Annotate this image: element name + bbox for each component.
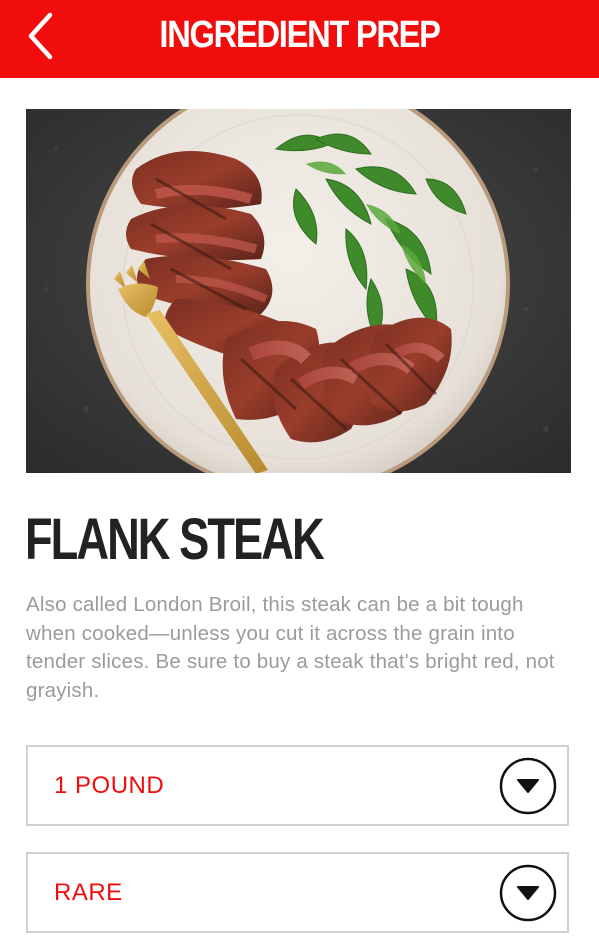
ingredient-photo [26, 109, 571, 473]
header-bar: INGREDIENT PREP [0, 0, 599, 78]
ingredient-description: Also called London Broil, this steak can… [26, 593, 555, 702]
doneness-selected-value: RARE [54, 879, 123, 906]
doneness-dropdown[interactable]: RARE [26, 852, 569, 933]
page-title: INGREDIENT PREP [159, 14, 441, 56]
chevron-down-circle-icon[interactable] [499, 757, 557, 815]
ingredient-prep-screen: INGREDIENT PREP FLANK STEAK Also called … [0, 0, 599, 944]
ingredient-title: FLANK STEAK [25, 507, 325, 572]
quantity-selected-value: 1 POUND [54, 772, 165, 799]
quantity-dropdown[interactable]: 1 POUND [26, 745, 569, 826]
chevron-down-circle-icon[interactable] [499, 864, 557, 922]
